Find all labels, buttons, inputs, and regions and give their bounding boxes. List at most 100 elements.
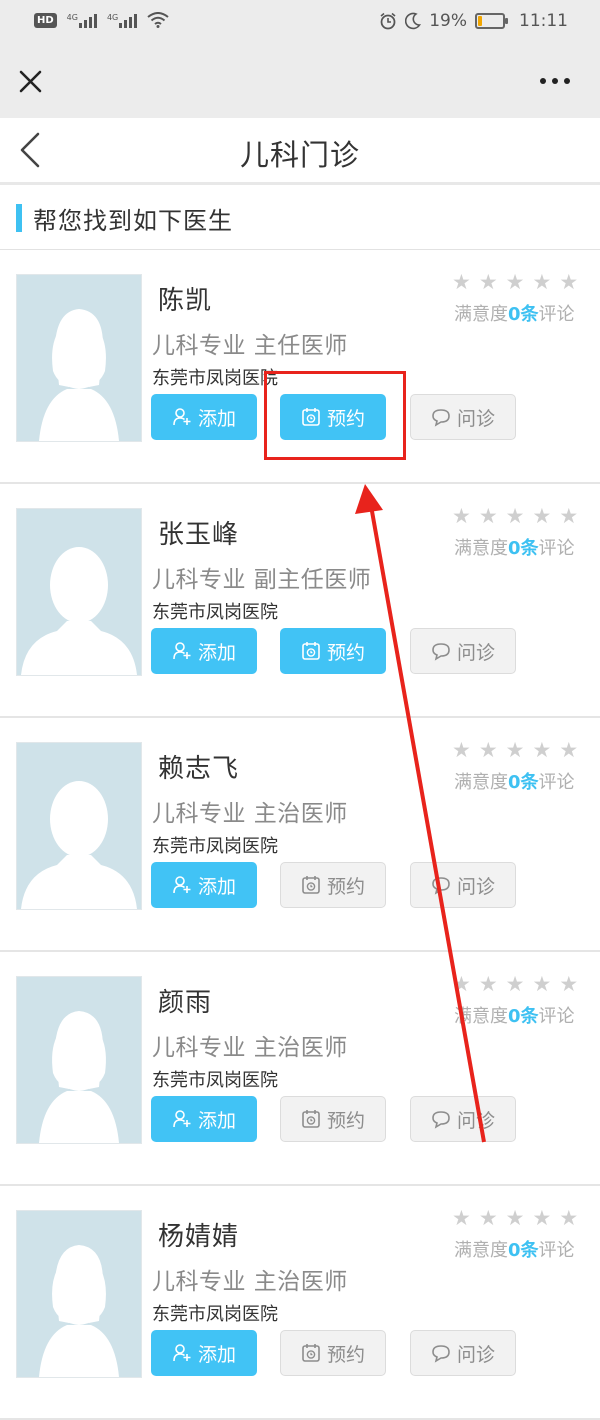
add-doctor-button[interactable]: 添加 — [151, 1330, 257, 1376]
doctor-card[interactable]: 颜雨 儿科专业 主治医师 东莞市凤岗医院 ★ ★ ★ ★ ★ 满意度0条评论 添加 预约… — [0, 952, 600, 1186]
star-icon: ★ — [478, 1206, 498, 1230]
battery-percent: 19% — [429, 11, 467, 31]
star-icon: ★ — [478, 738, 498, 762]
doctor-avatar[interactable] — [16, 976, 142, 1144]
consult-button[interactable]: 问诊 — [410, 394, 516, 440]
add-button-label: 添加 — [197, 1109, 236, 1132]
consult-button[interactable]: 问诊 — [410, 1330, 516, 1376]
book-appointment-button[interactable]: 预约 — [280, 1096, 386, 1142]
calendar-clock-icon — [302, 1344, 320, 1362]
star-icon: ★ — [559, 972, 579, 996]
page-header: 儿科门诊 — [0, 118, 600, 185]
rating-prefix: 满意度 — [454, 772, 508, 793]
chat-bubble-icon — [432, 1345, 450, 1363]
status-bar: HD 4G 4G 19% 11:11 — [0, 0, 600, 44]
star-icon: ★ — [505, 972, 525, 996]
star-icon: ★ — [532, 270, 552, 294]
doctor-card[interactable]: 杨婧婧 儿科专业 主治医师 东莞市凤岗医院 ★ ★ ★ ★ ★ 满意度0条评论 添加 预… — [0, 1186, 600, 1420]
moon-icon — [405, 12, 422, 30]
rating-count: 0条 — [508, 538, 539, 559]
rating-summary: 满意度0条评论 — [454, 1236, 575, 1262]
rating-suffix: 评论 — [538, 538, 575, 559]
book-button-label: 预约 — [326, 875, 365, 898]
star-icon: ★ — [532, 738, 552, 762]
doctor-name: 张玉峰 — [158, 520, 240, 550]
close-icon[interactable] — [14, 64, 48, 98]
doctor-name: 颜雨 — [158, 988, 213, 1018]
star-icon: ★ — [505, 738, 525, 762]
doctor-card[interactable]: 赖志飞 儿科专业 主治医师 东莞市凤岗医院 ★ ★ ★ ★ ★ 满意度0条评论 添加 预… — [0, 718, 600, 952]
star-icon: ★ — [478, 270, 498, 294]
book-appointment-button[interactable]: 预约 — [280, 1330, 386, 1376]
book-button-label: 预约 — [326, 1109, 365, 1132]
calendar-clock-icon — [302, 642, 320, 660]
avatar-silhouette-icon — [17, 743, 141, 909]
rating-summary: 满意度0条评论 — [454, 1002, 575, 1028]
wifi-icon — [147, 12, 169, 28]
consult-button-label: 问诊 — [456, 1109, 495, 1132]
star-icon: ★ — [532, 972, 552, 996]
consult-button-label: 问诊 — [456, 641, 495, 664]
network-type-2: 4G — [106, 13, 119, 22]
star-icon: ★ — [559, 738, 579, 762]
avatar-silhouette-icon — [17, 1211, 141, 1377]
status-right: 19% 11:11 — [379, 11, 568, 31]
doctor-avatar[interactable] — [16, 1210, 142, 1378]
add-button-label: 添加 — [197, 875, 236, 898]
doctor-hospital: 东莞市凤岗医院 — [152, 368, 278, 389]
rating-suffix: 评论 — [538, 1240, 575, 1261]
doctor-title: 儿科专业 主治医师 — [152, 801, 348, 827]
signal-icon — [78, 12, 97, 28]
doctor-avatar[interactable] — [16, 508, 142, 676]
doctor-name: 陈凯 — [158, 286, 213, 316]
consult-button-label: 问诊 — [456, 1343, 495, 1366]
rating-stars: ★ ★ ★ ★ ★ — [452, 740, 578, 761]
rating-count: 0条 — [508, 304, 539, 325]
chat-bubble-icon — [432, 1111, 450, 1129]
star-icon: ★ — [559, 504, 579, 528]
add-doctor-button[interactable]: 添加 — [151, 1096, 257, 1142]
add-user-icon — [173, 1344, 191, 1362]
star-icon: ★ — [532, 1206, 552, 1230]
consult-button[interactable]: 问诊 — [410, 1096, 516, 1142]
results-section-header: 帮您找到如下医生 — [0, 185, 600, 250]
doctor-hospital: 东莞市凤岗医院 — [152, 1304, 278, 1325]
more-options-button[interactable] — [540, 74, 576, 88]
doctor-name: 杨婧婧 — [158, 1222, 240, 1252]
rating-count: 0条 — [508, 1240, 539, 1261]
chat-bubble-icon — [432, 877, 450, 895]
rating-stars: ★ ★ ★ ★ ★ — [452, 506, 578, 527]
add-user-icon — [173, 408, 191, 426]
section-accent-bar — [16, 204, 22, 232]
section-label: 帮您找到如下医生 — [33, 207, 233, 235]
rating-prefix: 满意度 — [454, 304, 508, 325]
clock: 11:11 — [519, 11, 568, 31]
star-icon: ★ — [559, 270, 579, 294]
add-user-icon — [173, 642, 191, 660]
doctor-hospital: 东莞市凤岗医院 — [152, 836, 278, 857]
doctor-title: 儿科专业 副主任医师 — [152, 567, 372, 593]
book-appointment-button[interactable]: 预约 — [280, 628, 386, 674]
rating-count: 0条 — [508, 1006, 539, 1027]
book-appointment-button[interactable]: 预约 — [280, 862, 386, 908]
rating-stars: ★ ★ ★ ★ ★ — [452, 272, 578, 293]
rating-stars: ★ ★ ★ ★ ★ — [452, 1208, 578, 1229]
doctor-avatar[interactable] — [16, 742, 142, 910]
rating-prefix: 满意度 — [454, 1006, 508, 1027]
add-doctor-button[interactable]: 添加 — [151, 394, 257, 440]
rating-stars: ★ ★ ★ ★ ★ — [452, 974, 578, 995]
calendar-clock-icon — [302, 876, 320, 894]
add-button-label: 添加 — [197, 641, 236, 664]
doctor-card[interactable]: 张玉峰 儿科专业 副主任医师 东莞市凤岗医院 ★ ★ ★ ★ ★ 满意度0条评论 添加 … — [0, 484, 600, 718]
add-doctor-button[interactable]: 添加 — [151, 862, 257, 908]
consult-button[interactable]: 问诊 — [410, 628, 516, 674]
doctor-title: 儿科专业 主任医师 — [152, 333, 348, 359]
book-button-label: 预约 — [326, 641, 365, 664]
dot-icon — [540, 78, 546, 84]
consult-button[interactable]: 问诊 — [410, 862, 516, 908]
add-button-label: 添加 — [197, 407, 236, 430]
chat-bubble-icon — [432, 409, 450, 427]
add-doctor-button[interactable]: 添加 — [151, 628, 257, 674]
star-icon: ★ — [505, 1206, 525, 1230]
doctor-avatar[interactable] — [16, 274, 142, 442]
